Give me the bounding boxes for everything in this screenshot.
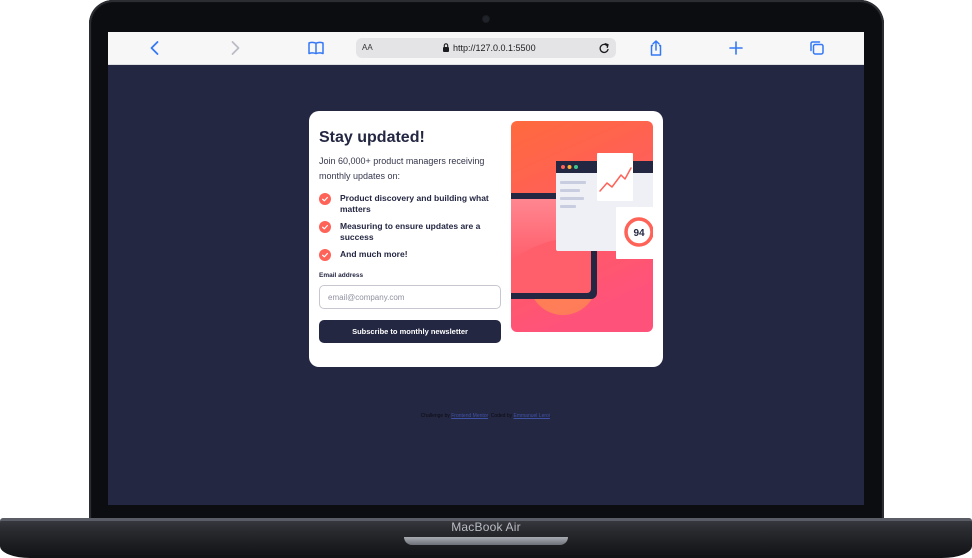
tabs-icon[interactable] — [807, 38, 827, 58]
list-item: And much more! — [319, 249, 509, 261]
feature-text: And much more! — [340, 249, 408, 259]
check-icon — [319, 221, 331, 233]
browser-window: AA http://127.0.0.1:5500 Stay updated! J… — [108, 32, 864, 505]
author-link[interactable]: Emmanuel Leroi — [514, 413, 550, 419]
camera-icon — [483, 16, 489, 22]
list-item: Product discovery and building what matt… — [319, 193, 509, 215]
attribution-prefix: Challenge by — [420, 413, 450, 419]
check-icon — [319, 193, 331, 205]
browser-toolbar: AA http://127.0.0.1:5500 — [108, 32, 864, 65]
attribution-middle: . Coded by — [487, 413, 513, 419]
plus-icon[interactable] — [726, 38, 746, 58]
feature-text: Measuring to ensure updates are a succes… — [340, 221, 481, 242]
book-icon[interactable] — [306, 38, 326, 58]
card-title: Stay updated! — [319, 129, 425, 146]
card-intro: Join 60,000+ product managers receiving … — [319, 156, 485, 181]
address-bar[interactable]: AA http://127.0.0.1:5500 — [356, 38, 616, 58]
newsletter-card: Stay updated! Join 60,000+ product manag… — [309, 111, 663, 367]
chevron-right-icon[interactable] — [225, 38, 245, 58]
feature-list: Product discovery and building what matt… — [319, 193, 509, 261]
laptop-notch — [404, 537, 568, 545]
illustration-image: 94 — [511, 121, 653, 332]
url-text: http://127.0.0.1:5500 — [453, 43, 536, 53]
lock-icon — [442, 42, 450, 53]
email-field[interactable] — [319, 285, 501, 309]
feature-text: Product discovery and building what matt… — [340, 193, 489, 214]
subscribe-button[interactable]: Subscribe to monthly newsletter — [319, 320, 501, 343]
check-icon — [319, 249, 331, 261]
score-text: 94 — [633, 228, 645, 239]
share-icon[interactable] — [646, 38, 666, 58]
frontend-mentor-link[interactable]: Frontend Mentor — [451, 413, 488, 419]
attribution: Challenge by Frontend Mentor. Coded by E… — [108, 413, 864, 419]
list-item: Measuring to ensure updates are a succes… — [319, 221, 509, 243]
reload-icon[interactable] — [598, 41, 610, 55]
attribution-suffix: . — [549, 413, 552, 419]
chevron-left-icon[interactable] — [145, 38, 165, 58]
model-label: MacBook Air — [451, 520, 521, 534]
email-label: Email address — [319, 272, 364, 279]
text-size-button[interactable]: AA — [362, 43, 373, 52]
